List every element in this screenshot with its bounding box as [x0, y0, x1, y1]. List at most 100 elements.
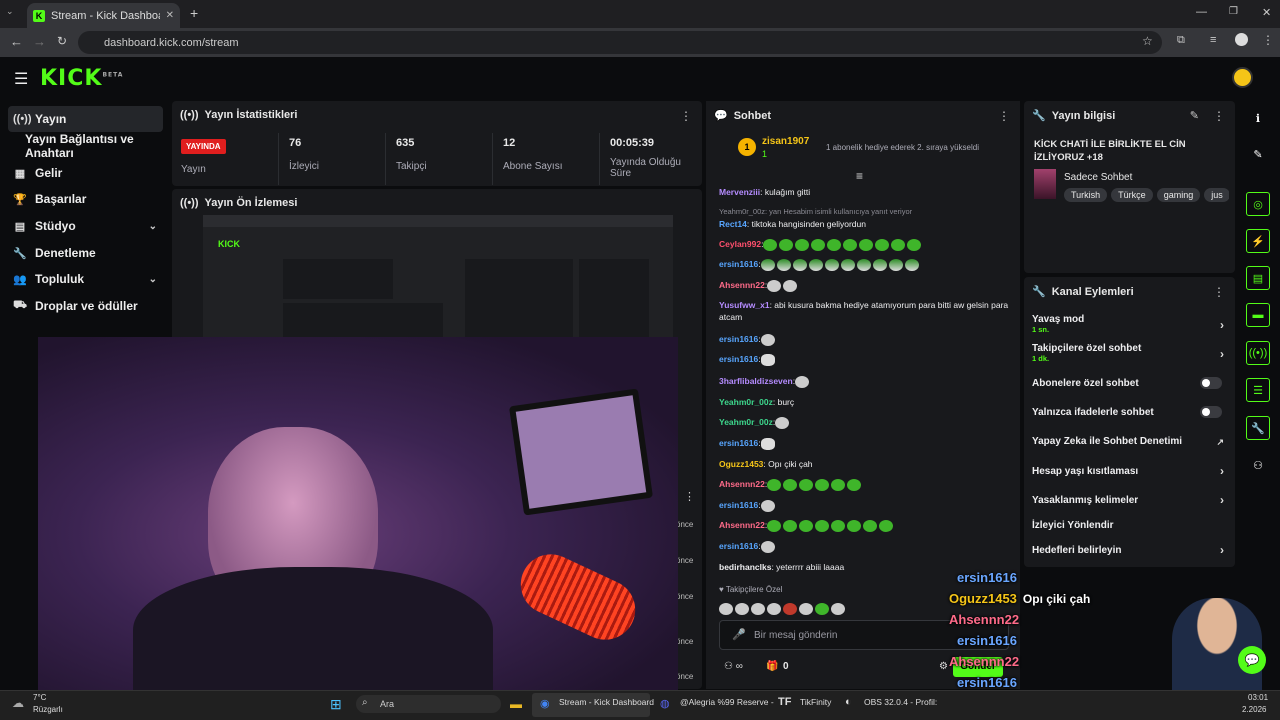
action-followers-only[interactable]: Takipçilere özel sohbet 1 dk. ›: [1032, 343, 1230, 363]
tikfinity-icon[interactable]: TF: [778, 696, 791, 708]
more-options-icon[interactable]: ⋮: [680, 109, 692, 123]
close-window-icon[interactable]: ✕: [1262, 6, 1271, 19]
back-icon[interactable]: ←: [10, 34, 23, 49]
chat-username[interactable]: Mervenziii: [719, 187, 760, 197]
chat-username[interactable]: Ahsennn22: [719, 479, 765, 489]
reload-icon[interactable]: ↻: [57, 34, 67, 48]
url-field[interactable]: dashboard.kick.com/stream: [78, 31, 1162, 54]
extensions-icon[interactable]: ⧉: [1177, 34, 1185, 47]
maximize-icon[interactable]: ❐: [1229, 6, 1238, 17]
info-icon[interactable]: ℹ: [1246, 106, 1270, 130]
more-options-icon[interactable]: ⋮: [1213, 285, 1225, 299]
more-options-icon[interactable]: ⋮: [1213, 109, 1225, 123]
collapse-pinned-icon[interactable]: ≡: [856, 169, 863, 183]
taskbar-app-label[interactable]: OBS 32.0.4 - Profil: İsi: [864, 697, 939, 707]
lightning-icon[interactable]: ⚡: [1246, 229, 1270, 253]
forward-icon[interactable]: →: [33, 34, 46, 49]
chat-username[interactable]: ersin1616: [719, 259, 758, 269]
wrench-icon[interactable]: 🔧: [1246, 416, 1270, 440]
sidebar-item-topluluk[interactable]: 👥 Topluluk ⌄: [8, 266, 163, 292]
chat-username[interactable]: Rect14: [719, 219, 747, 229]
more-options-icon[interactable]: ⋮: [684, 490, 695, 503]
windows-start-icon[interactable]: ⊞: [330, 696, 342, 713]
category-name[interactable]: Sadece Sohbet: [1064, 172, 1132, 183]
sidebar-item-studyo[interactable]: ▤ Stüdyo ⌄: [8, 213, 163, 239]
minimize-icon[interactable]: —: [1196, 6, 1207, 18]
action-ai-moderation[interactable]: Yapay Zeka ile Sohbet Denetimi ↗: [1032, 436, 1230, 447]
chat-username[interactable]: Yeahm0r_00z: [719, 417, 773, 427]
taskbar-search[interactable]: ⌕ Ara: [356, 695, 501, 713]
emote-icon[interactable]: [815, 602, 829, 615]
bookmark-star-icon[interactable]: ☆: [1142, 34, 1153, 48]
broadcast-icon[interactable]: ((•)): [1246, 341, 1270, 365]
chat-username[interactable]: Ahsennn22: [719, 280, 765, 290]
media-icon[interactable]: ≡: [1210, 34, 1216, 46]
sidebar-item-gelir[interactable]: ▦ Gelir: [8, 160, 163, 186]
tag[interactable]: Turkish: [1064, 188, 1108, 202]
chat-username[interactable]: Ahsennn22: [719, 520, 765, 530]
edit-pencil-icon[interactable]: ✎: [1246, 142, 1270, 166]
tag[interactable]: gaming: [1156, 188, 1201, 202]
emote-icon[interactable]: [735, 602, 749, 615]
weather-icon[interactable]: ☁: [12, 696, 24, 710]
emote-bar[interactable]: [719, 601, 969, 615]
profile-avatar[interactable]: [1235, 33, 1248, 46]
emote-icon[interactable]: [783, 602, 797, 615]
emote-icon[interactable]: [767, 602, 781, 615]
emote-only-toggle[interactable]: [1200, 406, 1222, 418]
pinned-user[interactable]: zisan1907: [762, 136, 809, 147]
emote-icon[interactable]: [831, 602, 845, 615]
emote-icon[interactable]: [751, 602, 765, 615]
kick-logo[interactable]: KICKBETA: [40, 66, 123, 91]
subscribers-only-toggle[interactable]: [1200, 377, 1222, 389]
file-explorer-icon[interactable]: ▬: [510, 697, 522, 711]
microphone-icon[interactable]: 🎤: [732, 628, 746, 641]
action-slow-mode[interactable]: Yavaş mod 1 sn. ›: [1032, 314, 1230, 334]
discord-icon[interactable]: ◍: [660, 697, 670, 710]
chat-username[interactable]: ersin1616: [719, 354, 758, 364]
settings-gear-icon[interactable]: ⚙: [939, 661, 948, 672]
tab-search-icon[interactable]: ⌄: [6, 6, 14, 17]
chat-username[interactable]: Oguzz1453: [719, 459, 763, 469]
action-account-age[interactable]: Hesap yaşı kısıtlaması ›: [1032, 464, 1230, 478]
chat-username[interactable]: ersin1616: [719, 334, 758, 344]
sidebar-item-yayin[interactable]: ((•)) Yayın: [8, 106, 163, 132]
chat-username[interactable]: ersin1616: [719, 438, 758, 448]
gift-icon[interactable]: 🎁: [766, 661, 778, 672]
more-options-icon[interactable]: ⋮: [998, 109, 1010, 123]
new-tab-button[interactable]: +: [190, 5, 198, 21]
taskbar-app-label[interactable]: TikFinity: [800, 697, 831, 707]
emote-icon[interactable]: [719, 602, 733, 615]
points-icon[interactable]: ⚇ ∞: [724, 661, 743, 672]
chat-username[interactable]: bedirhanclks: [719, 562, 771, 572]
tag[interactable]: jus: [1204, 188, 1229, 202]
chat-username[interactable]: 3harflibaldizseven: [719, 376, 793, 386]
chat-username[interactable]: ersin1616: [719, 500, 758, 510]
taskbar-app-label[interactable]: @Alegria %99 Reserve -: [680, 697, 774, 707]
chat-username[interactable]: Yeahm0r_00z: [719, 397, 773, 407]
chat-username[interactable]: Ceylan992: [719, 239, 761, 249]
action-raid[interactable]: İzleyici Yönlendir: [1032, 520, 1230, 531]
sidebar-item-stream-key[interactable]: Yayın Bağlantısı ve Anahtarı: [20, 132, 170, 160]
action-banned-words[interactable]: Yasaklanmış kelimeler ›: [1032, 493, 1230, 507]
user-avatar[interactable]: [1232, 67, 1253, 88]
chat-username[interactable]: ersin1616: [719, 541, 758, 551]
close-tab-icon[interactable]: ✕: [166, 10, 174, 21]
tag[interactable]: Türkçe: [1111, 188, 1153, 202]
chat-bubble-icon[interactable]: 💬: [1238, 646, 1266, 674]
record-icon[interactable]: ◎: [1246, 192, 1270, 216]
layout-icon[interactable]: ☰: [1246, 378, 1270, 402]
action-goals[interactable]: Hedefleri belirleyin ›: [1032, 543, 1230, 557]
sidebar-item-denetleme[interactable]: 🔧 Denetleme: [8, 240, 163, 266]
community-icon[interactable]: ⚇: [1246, 453, 1270, 477]
sidebar-item-basarilar[interactable]: 🏆 Başarılar: [8, 186, 163, 212]
obs-icon[interactable]: ◐: [845, 696, 852, 708]
browser-tab[interactable]: K Stream - Kick Dashboard ✕: [27, 3, 180, 28]
browser-menu-icon[interactable]: ⋮: [1262, 33, 1274, 47]
sidebar-item-droplar[interactable]: ⛟ Droplar ve ödüller: [8, 293, 163, 319]
notes-icon[interactable]: ▤: [1246, 266, 1270, 290]
edit-pencil-icon[interactable]: ✎: [1190, 109, 1199, 122]
hamburger-menu-icon[interactable]: ☰: [14, 69, 28, 89]
emote-icon[interactable]: [799, 602, 813, 615]
chat-username[interactable]: Yusufww_x1: [719, 300, 770, 310]
